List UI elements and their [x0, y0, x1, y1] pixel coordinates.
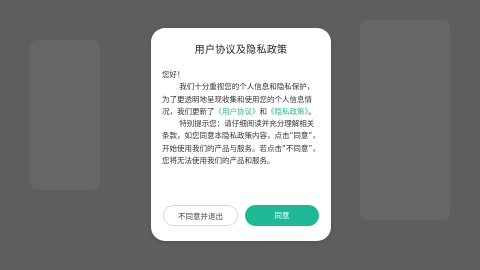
privacy-dialog: 用户协议及隐私政策 您好！ 我们十分重视您的个人信息和隐私保护，为了更透明地呈现…	[151, 28, 331, 241]
decline-exit-button[interactable]: 不同意并退出	[163, 205, 238, 226]
intro-paragraph: 我们十分重视您的个人信息和隐私保护，为了更透明地呈现收集和使用您的个人信息情况，…	[162, 81, 321, 118]
period-text: 。	[308, 106, 316, 116]
user-agreement-link[interactable]: 《用户协议》	[215, 107, 260, 116]
background-shape	[360, 20, 450, 220]
greeting-text: 您好！	[162, 70, 185, 79]
privacy-policy-link[interactable]: 《隐私政策》	[267, 107, 308, 116]
dialog-body: 您好！ 我们十分重视您的个人信息和隐私保护，为了更透明地呈现收集和使用您的个人信…	[162, 69, 321, 167]
dialog-title: 用户协议及隐私政策	[194, 45, 288, 56]
and-text: 和	[259, 106, 268, 116]
agree-button[interactable]: 同意	[245, 205, 319, 226]
notice-paragraph: 特别提示您：请仔细阅读并充分理解相关条款，如您同意本隐私政策内容，点击“同意”，…	[162, 119, 320, 166]
background-shape	[30, 40, 100, 190]
